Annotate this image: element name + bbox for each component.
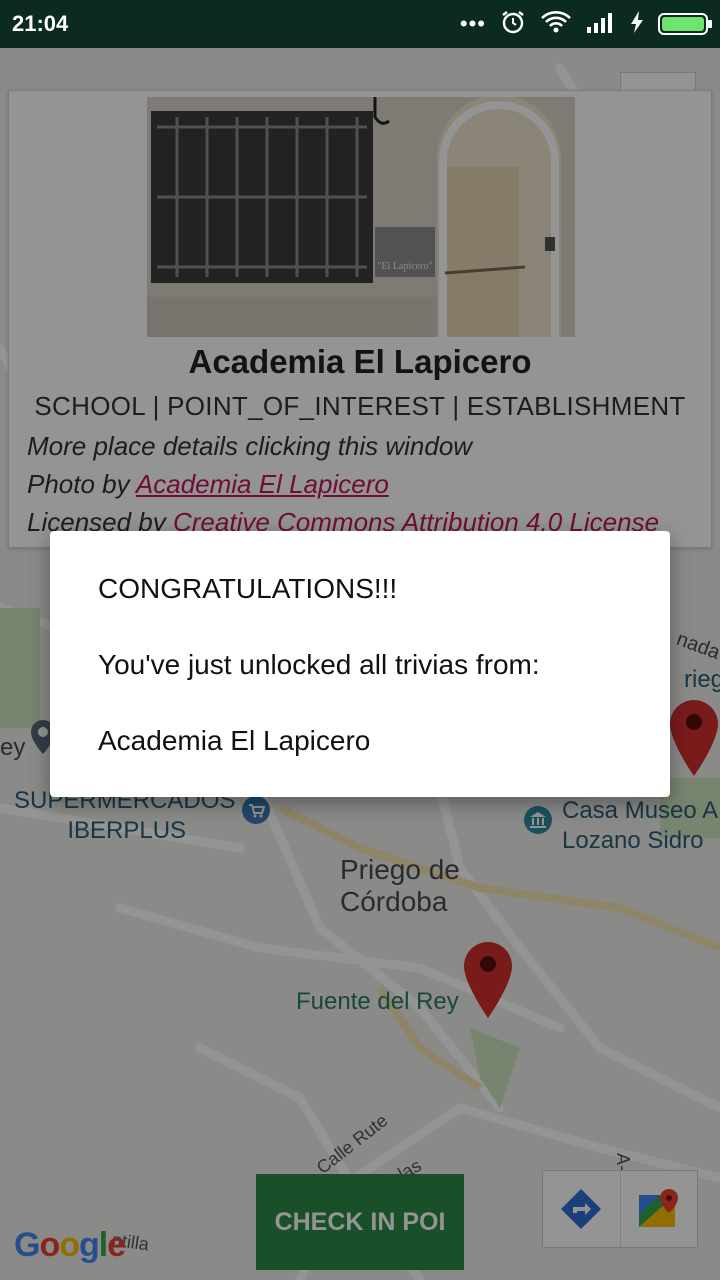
status-time: 21:04 [12,11,69,36]
dialog-message: You've just unlocked all trivias from: [98,649,540,680]
dialog-headline: CONGRATULATIONS!!! [98,573,398,604]
alarm-icon [500,9,526,40]
battery-icon [658,13,712,35]
wifi-icon [540,10,572,39]
status-icons: ••• [459,9,712,40]
more-notifications-icon: ••• [459,11,486,36]
charging-icon [630,10,644,38]
status-bar: 21:04 ••• [0,0,720,48]
signal-icon [586,11,616,38]
congratulations-dialog: CONGRATULATIONS!!! You've just unlocked … [50,531,670,797]
dialog-place-name: Academia El Lapicero [98,725,371,756]
